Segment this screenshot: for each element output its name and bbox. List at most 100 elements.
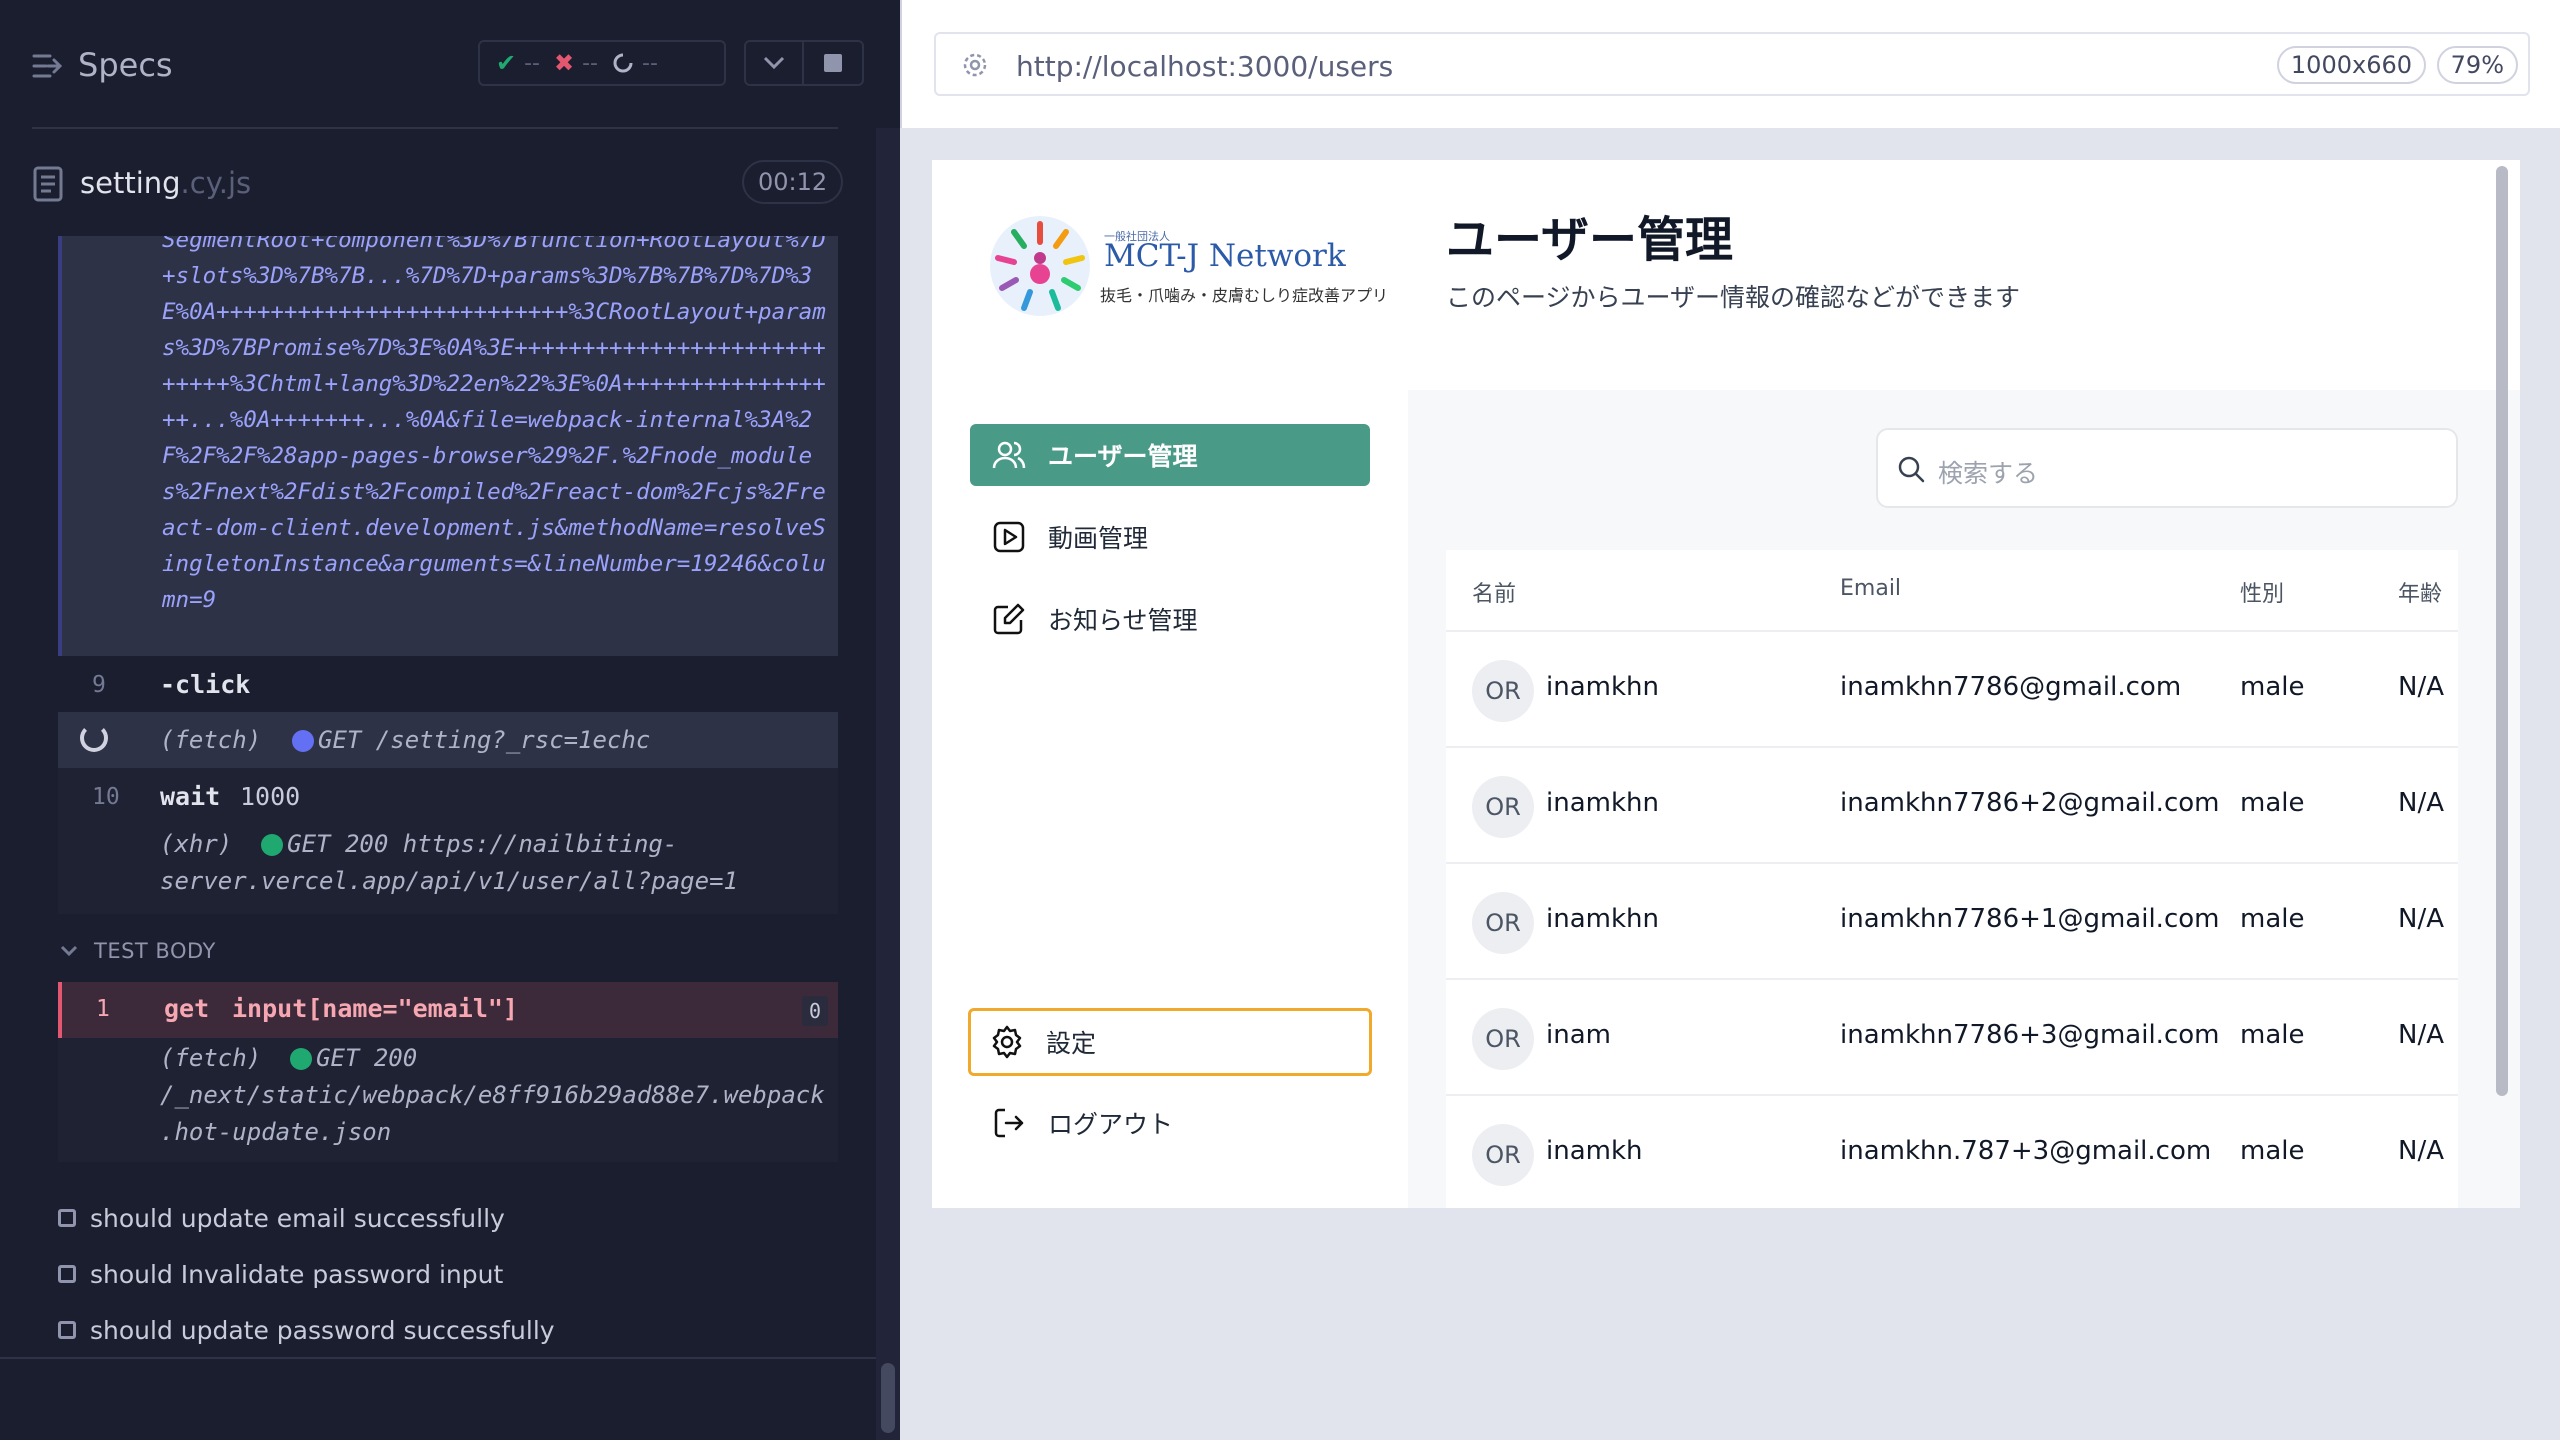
nav-item-settings[interactable]: 設定	[968, 1008, 1372, 1076]
test-status-icon	[58, 1265, 76, 1283]
pending-stat: --	[612, 51, 658, 76]
command-name: (fetch)	[160, 726, 262, 754]
run-stats: ✔ -- ✖ -- --	[478, 40, 726, 86]
command-row-click[interactable]: 9 -click	[58, 656, 838, 712]
user-age: N/A	[2398, 1020, 2444, 1050]
user-email: inamkhn7786+2@gmail.com	[1840, 788, 2220, 818]
user-age: N/A	[2398, 904, 2444, 934]
nav-label: ユーザー管理	[1048, 442, 1198, 471]
command-name: -click	[160, 670, 251, 699]
column-header-age[interactable]: 年齢	[2398, 576, 2442, 608]
logout-icon	[992, 1106, 1026, 1140]
app-sidebar: 一般社団法人 MCT-J Network 抜毛・爪噛み・皮膚むしり症改善アプリ …	[932, 160, 1408, 1208]
nav-item-users[interactable]: ユーザー管理	[970, 424, 1370, 486]
command-name: get	[164, 994, 210, 1023]
avatar: OR	[1472, 660, 1534, 722]
table-row[interactable]: OR inamkh inamkhn.787+3@gmail.com male N…	[1446, 1096, 2458, 1208]
stop-icon	[824, 54, 842, 72]
user-email: inamkhn.787+3@gmail.com	[1840, 1136, 2212, 1166]
column-header-gender[interactable]: 性別	[2240, 576, 2284, 608]
page-description: このページからユーザー情報の確認などができます	[1446, 283, 2021, 312]
search-icon	[1898, 456, 1925, 483]
play-icon	[992, 520, 1026, 554]
line-number: 10	[92, 784, 120, 810]
table-row[interactable]: OR inam inamkhn7786+3@gmail.com male N/A	[1446, 980, 2458, 1096]
page-header: ユーザー管理 このページからユーザー情報の確認などができます	[1408, 160, 2520, 390]
user-name: inamkhn	[1546, 788, 1659, 818]
users-table: 名前 Email 性別 年齢 OR inamkhn inamkhn7786@gm…	[1446, 550, 2458, 1208]
nav-item-videos[interactable]: 動画管理	[970, 506, 1370, 568]
line-number: 1	[96, 996, 110, 1022]
search-placeholder: 検索する	[1938, 459, 2039, 488]
element-count-badge: 0	[802, 996, 828, 1026]
avatar: OR	[1472, 1008, 1534, 1070]
test-item[interactable]: should update email successfully	[58, 1201, 505, 1235]
user-gender: male	[2240, 1020, 2305, 1050]
specs-list-icon[interactable]	[32, 50, 64, 82]
app-under-test: 一般社団法人 MCT-J Network 抜毛・爪噛み・皮膚むしり症改善アプリ …	[932, 160, 2520, 1208]
command-row-xhr[interactable]: (xhr) GET 200 https://nailbiting- server…	[58, 824, 838, 914]
viewport-badge[interactable]: 1000x660	[2276, 46, 2426, 84]
chevron-down-icon[interactable]	[60, 944, 78, 958]
test-title: should update password successfully	[90, 1315, 555, 1345]
test-item[interactable]: should Invalidate password input	[58, 1257, 503, 1291]
error-url-block[interactable]: SegmentRoot+component%3D%7Bfunction+Root…	[58, 236, 838, 656]
user-age: N/A	[2398, 672, 2444, 702]
test-item[interactable]: should update password successfully	[58, 1313, 555, 1347]
user-age: N/A	[2398, 788, 2444, 818]
scrollbar-thumb[interactable]	[881, 1363, 895, 1433]
runner-panel: http://localhost:3000/users 1000x660 79%…	[900, 0, 2560, 1440]
divider	[32, 127, 838, 129]
test-title: should Invalidate password input	[90, 1259, 504, 1289]
line-number: 9	[92, 672, 106, 698]
table-row[interactable]: OR inamkhn inamkhn7786+1@gmail.com male …	[1446, 864, 2458, 980]
loading-spinner-icon	[80, 724, 108, 752]
user-age: N/A	[2398, 1136, 2444, 1166]
zoom-badge[interactable]: 79%	[2436, 46, 2518, 84]
user-name: inamkh	[1546, 1136, 1643, 1166]
success-dot-icon	[261, 834, 284, 856]
test-status-icon	[58, 1321, 76, 1339]
command-message: 1000	[240, 782, 301, 811]
selector-playground-icon[interactable]	[960, 50, 990, 80]
command-row-fetch[interactable]: (fetch) GET /setting?_rsc=1echc	[58, 712, 838, 768]
specs-title[interactable]: Specs	[78, 46, 173, 84]
avatar: OR	[1472, 892, 1534, 954]
avatar: OR	[1472, 776, 1534, 838]
user-email: inamkhn7786@gmail.com	[1840, 672, 2182, 702]
cross-icon: ✖	[554, 49, 575, 77]
table-row[interactable]: OR inamkhn inamkhn7786@gmail.com male N/…	[1446, 632, 2458, 748]
app-scrollbar[interactable]	[2496, 166, 2508, 1096]
logo-tagline: 抜毛・爪噛み・皮膚むしり症改善アプリ	[1100, 286, 1389, 305]
spec-file-row[interactable]: setting.cy.js 00:12	[0, 150, 870, 220]
user-email: inamkhn7786+1@gmail.com	[1840, 904, 2220, 934]
nav-label: 設定	[1046, 1029, 1097, 1058]
command-row-get[interactable]: 1 get input[name="email"] 0	[58, 982, 838, 1038]
command-row-wait[interactable]: 10 wait 1000	[58, 768, 838, 824]
column-header-name[interactable]: 名前	[1472, 576, 1516, 608]
failed-stat: ✖ --	[554, 49, 598, 77]
nav-item-logout[interactable]: ログアウト	[970, 1092, 1370, 1154]
expand-button[interactable]	[744, 40, 804, 86]
passed-stat: ✔ --	[496, 49, 540, 77]
stop-button[interactable]	[804, 40, 864, 86]
aut-url[interactable]: http://localhost:3000/users	[1016, 50, 1393, 83]
table-row[interactable]: OR inamkhn inamkhn7786+2@gmail.com male …	[1446, 748, 2458, 864]
aut-url-bar[interactable]: http://localhost:3000/users 1000x660 79%	[934, 32, 2530, 96]
fetch-message: (fetch) GET 200 /_next/static/webpack/e8…	[160, 1044, 825, 1146]
error-url-text: SegmentRoot+component%3D%7Bfunction+Root…	[162, 236, 826, 613]
command-log: SegmentRoot+component%3D%7Bfunction+Root…	[0, 236, 876, 1356]
command-row-fetch-hot-update[interactable]: (fetch) GET 200 /_next/static/webpack/e8…	[58, 1038, 838, 1162]
column-header-email[interactable]: Email	[1840, 576, 1901, 601]
nav-item-notices[interactable]: お知らせ管理	[970, 588, 1370, 650]
section-title[interactable]: TEST BODY	[94, 939, 216, 963]
document-icon	[33, 166, 63, 202]
spec-timer: 00:12	[742, 160, 844, 204]
reporter-scrollbar[interactable]	[876, 128, 900, 1440]
test-title: should update email successfully	[90, 1203, 505, 1233]
gear-icon	[990, 1025, 1024, 1059]
nav-label: ログアウト	[1048, 1110, 1174, 1139]
edit-icon	[992, 602, 1026, 636]
search-input[interactable]: 検索する	[1876, 428, 2458, 508]
table-header: 名前 Email 性別 年齢	[1446, 550, 2458, 632]
